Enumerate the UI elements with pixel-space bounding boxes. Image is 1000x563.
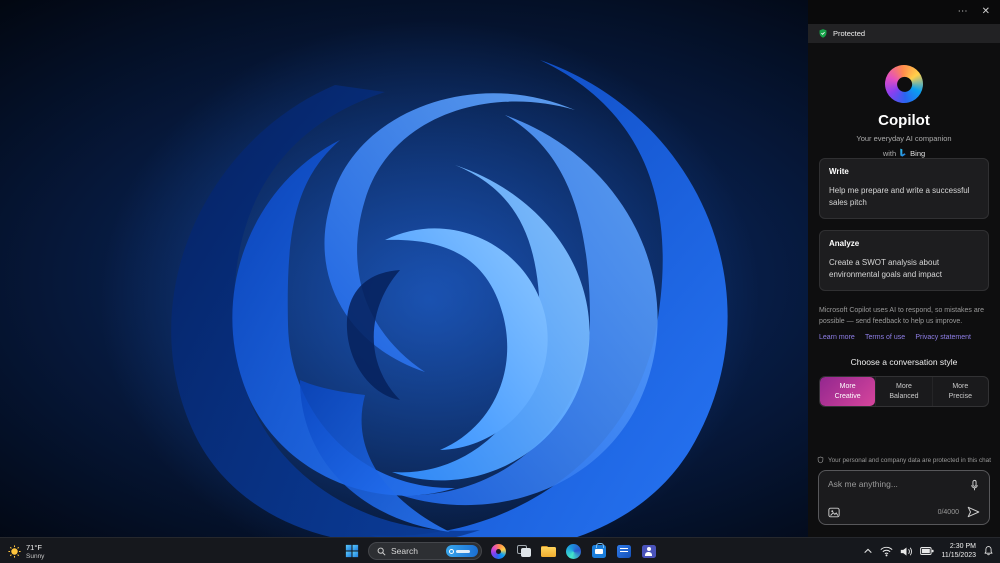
copilot-logo [880,60,928,108]
screen: ⋯ ✕ Protected Copilot Your everyday AI c… [0,0,1000,563]
wifi-icon[interactable] [880,546,894,557]
volume-icon[interactable] [900,546,913,557]
clock-time: 2:30 PM [949,542,976,550]
taskbar-copilot-icon[interactable] [490,543,507,560]
data-protection-note: Your personal and company data are prote… [808,456,1000,464]
conversation-style-group: More Creative More Balanced More Precise [819,376,989,408]
send-icon[interactable] [967,506,980,518]
edge-icon[interactable] [565,543,582,560]
notifications-bell-icon[interactable] [983,545,994,557]
chat-input-box[interactable]: 0/4000 [818,470,990,525]
hidden-icons-chevron[interactable] [863,547,873,555]
sunny-icon [8,544,21,558]
search-highlight-badge [446,545,478,557]
bing-label: Bing [910,148,926,158]
protected-label: Protected [833,29,866,38]
copilot-tagline: Your everyday AI companion [856,134,952,143]
taskbar-search[interactable]: Search [368,542,482,560]
screenshot-icon[interactable] [828,507,840,518]
weather-condition: Sunny [26,552,45,560]
copilot-title: Copilot [878,112,930,129]
file-explorer-icon[interactable] [540,543,557,560]
style-more-balanced[interactable]: More Balanced [875,377,931,407]
privacy-statement-link[interactable]: Privacy statement [915,334,971,341]
more-options-icon[interactable]: ⋯ [958,7,968,17]
search-label: Search [391,546,418,556]
search-icon [377,547,386,556]
card-title: Analyze [829,239,860,249]
task-view-icon[interactable] [515,543,532,560]
clock-date: 11/15/2023 [941,552,976,559]
chat-input[interactable] [828,479,963,489]
card-title: Write [829,167,849,176]
style-more-precise[interactable]: More Precise [931,377,988,407]
legal-links: Learn more Terms of use Privacy statemen… [819,334,989,341]
microphone-icon[interactable] [969,479,980,492]
start-button[interactable] [343,543,360,560]
close-icon[interactable]: ✕ [982,7,990,17]
char-counter: 0/4000 [937,508,959,516]
teams-icon[interactable] [640,543,657,560]
suggestion-card-analyze[interactable]: Analyze Create a SWOT analysis about env… [819,230,989,292]
ai-disclaimer: Microsoft Copilot uses AI to respond, so… [819,307,984,325]
style-more-creative[interactable]: More Creative [820,377,876,407]
with-label: with [882,148,897,158]
shield-icon [819,29,827,38]
learn-more-link[interactable]: Learn more [819,334,855,341]
weather-temp: 71°F [26,542,42,552]
bing-icon [900,148,906,157]
shield-outline-icon [817,456,824,464]
store-icon[interactable] [590,542,607,560]
battery-icon[interactable] [920,546,935,556]
with-bing-row: with Bing [808,148,1000,158]
conversation-style-title: Choose a conversation style [850,357,958,368]
taskbar: 71°F Sunny Search 2:30 PM 11/15/2023 [0,537,1000,563]
weather-widget[interactable]: 71°F Sunny [8,538,44,563]
card-body: Help me prepare and write a successful s… [829,186,970,207]
protected-banner: Protected [808,24,1000,43]
suggestion-card-write[interactable]: Write Help me prepare and write a succes… [819,158,989,220]
terms-of-use-link[interactable]: Terms of use [865,334,905,341]
card-body: Create a SWOT analysis about environment… [829,258,942,279]
taskbar-clock[interactable]: 2:30 PM 11/15/2023 [941,542,976,560]
copilot-titlebar: ⋯ ✕ [808,0,1000,24]
copilot-sidebar: ⋯ ✕ Protected Copilot Your everyday AI c… [808,0,1000,537]
word-icon[interactable] [615,543,632,560]
